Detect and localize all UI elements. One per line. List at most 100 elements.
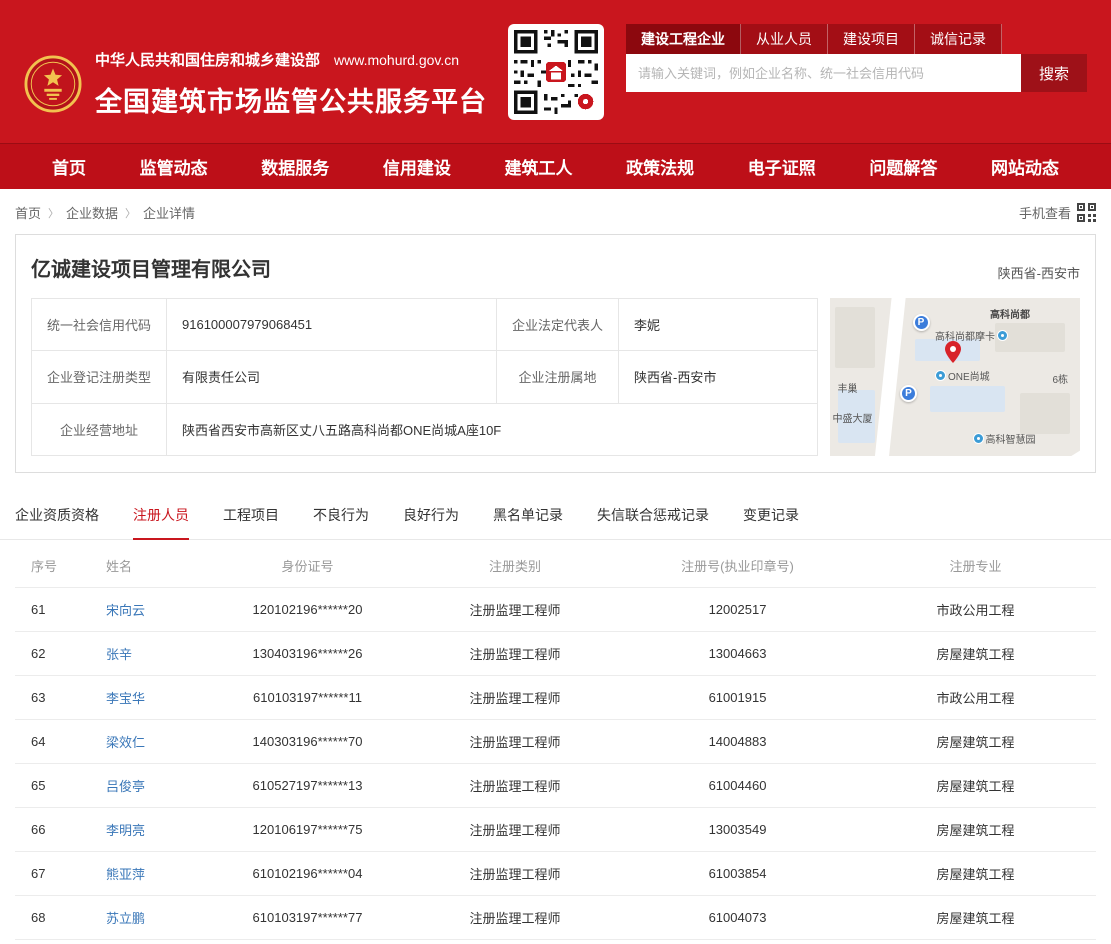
map-preview[interactable]: PP高科尚都高科尚都摩卡ONE尚城6栋丰巢中盛大厦高科智慧园 (830, 298, 1080, 456)
search-button[interactable]: 搜索 (1021, 54, 1087, 92)
mobile-view-label: 手机查看 (1019, 203, 1071, 222)
detail-tab-4[interactable]: 良好行为 (403, 505, 459, 539)
map-pin-icon (945, 341, 961, 363)
info-label: 企业经营地址 (32, 403, 167, 455)
breadcrumb-item-2[interactable]: 企业详情 (143, 203, 195, 222)
table-cell: 62 (15, 646, 85, 661)
detail-tab-5[interactable]: 黑名单记录 (493, 505, 563, 539)
company-card-header: 亿诚建设项目管理有限公司 陕西省-西安市 (31, 253, 1080, 282)
table-cell: 66 (15, 822, 85, 837)
table-cell: 注册监理工程师 (410, 644, 620, 663)
table-row: 67熊亚萍610102196******04注册监理工程师61003854房屋建… (15, 852, 1096, 896)
person-name-link[interactable]: 李宝华 (85, 688, 205, 707)
info-value: 有限责任公司 (167, 351, 497, 403)
info-label: 统一社会信用代码 (32, 299, 167, 351)
map-label-text: 丰巢 (838, 380, 858, 395)
breadcrumb-item-1[interactable]: 企业数据 (66, 203, 118, 222)
info-value: 陕西省-西安市 (619, 351, 818, 403)
search-tab-3[interactable]: 诚信记录 (915, 24, 1002, 54)
company-card: 亿诚建设项目管理有限公司 陕西省-西安市 统一社会信用代码91610000797… (15, 234, 1096, 473)
search-tab-1[interactable]: 从业人员 (741, 24, 828, 54)
main-nav: 首页 监管动态 数据服务 信用建设 建筑工人 政策法规 电子证照 问题解答 网站动态 (0, 143, 1111, 189)
map-label-6: 高科智慧园 (973, 431, 1036, 446)
nav-item-4[interactable]: 建筑工人 (505, 154, 573, 179)
nav-item-3[interactable]: 信用建设 (383, 154, 451, 179)
info-row: 企业经营地址陕西省西安市高新区丈八五路高科尚都ONE尚城A座10F (32, 403, 818, 455)
search-row: 搜索 (626, 54, 1087, 92)
person-name-link[interactable]: 李明亮 (85, 820, 205, 839)
ministry-name: 中华人民共和国住房和城乡建设部 (95, 49, 320, 70)
breadcrumb-separator: 〉 (125, 205, 136, 221)
brand-block: 中华人民共和国住房和城乡建设部 www.mohurd.gov.cn 全国建筑市场… (24, 24, 480, 143)
person-name-link[interactable]: 吕俊亭 (85, 776, 205, 795)
nav-item-7[interactable]: 问题解答 (869, 154, 937, 179)
breadcrumb-separator: 〉 (48, 205, 59, 221)
table-cell: 注册监理工程师 (410, 688, 620, 707)
nav-item-8[interactable]: 网站动态 (991, 154, 1059, 179)
table-cell: 注册监理工程师 (410, 732, 620, 751)
table-cell: 注册监理工程师 (410, 776, 620, 795)
table-cell: 61001915 (620, 690, 855, 705)
nav-item-2[interactable]: 数据服务 (261, 154, 329, 179)
info-label: 企业法定代表人 (497, 299, 619, 351)
table-cell: 房屋建筑工程 (855, 732, 1096, 751)
info-value: 李妮 (619, 299, 818, 351)
map-building (835, 307, 875, 367)
map-label-5: 中盛大厦 (833, 410, 873, 425)
person-name-link[interactable]: 苏立鹏 (85, 908, 205, 927)
search-tab-0[interactable]: 建设工程企业 (626, 24, 741, 54)
info-row: 统一社会信用代码916100007979068451企业法定代表人李妮 (32, 299, 818, 351)
search-input[interactable] (626, 54, 1021, 92)
person-name-link[interactable]: 梁效仁 (85, 732, 205, 751)
detail-tab-0[interactable]: 企业资质资格 (15, 505, 99, 539)
person-name-link[interactable]: 张辛 (85, 644, 205, 663)
detail-tab-2[interactable]: 工程项目 (223, 505, 279, 539)
table-cell: 注册监理工程师 (410, 864, 620, 883)
map-building (1020, 393, 1070, 434)
detail-tab-7[interactable]: 变更记录 (743, 505, 799, 539)
table-cell: 64 (15, 734, 85, 749)
table-cell: 房屋建筑工程 (855, 644, 1096, 663)
column-header-5: 注册专业 (855, 556, 1096, 575)
table-cell: 市政公用工程 (855, 688, 1096, 707)
table-cell: 610103197******11 (205, 690, 410, 705)
national-emblem-logo (24, 55, 82, 113)
site-header: 中华人民共和国住房和城乡建设部 www.mohurd.gov.cn 全国建筑市场… (0, 0, 1111, 143)
table-cell: 65 (15, 778, 85, 793)
table-row: 62张辛130403196******26注册监理工程师13004663房屋建筑… (15, 632, 1096, 676)
map-label-0: 高科尚都 (990, 306, 1030, 321)
table-cell: 61003854 (620, 866, 855, 881)
detail-tab-1[interactable]: 注册人员 (133, 505, 189, 540)
nav-item-5[interactable]: 政策法规 (626, 154, 694, 179)
map-label-text: 高科智慧园 (986, 431, 1036, 446)
person-name-link[interactable]: 宋向云 (85, 600, 205, 619)
table-cell: 12002517 (620, 602, 855, 617)
table-cell: 61004460 (620, 778, 855, 793)
table-row: 64梁效仁140303196******70注册监理工程师14004883房屋建… (15, 720, 1096, 764)
table-row: 61宋向云120102196******20注册监理工程师12002517市政公… (15, 588, 1096, 632)
mobile-view-link[interactable]: 手机查看 (1019, 203, 1096, 222)
breadcrumb: 首页〉企业数据〉企业详情 (15, 203, 195, 222)
poi-icon (973, 433, 984, 444)
map-label-3: 6栋 (1053, 371, 1069, 386)
info-value: 陕西省西安市高新区丈八五路高科尚都ONE尚城A座10F (167, 403, 818, 455)
search-tab-2[interactable]: 建设项目 (828, 24, 915, 54)
column-header-4: 注册号(执业印章号) (620, 556, 855, 575)
nav-item-0[interactable]: 首页 (52, 154, 86, 179)
column-header-3: 注册类别 (410, 556, 620, 575)
map-label-2: ONE尚城 (935, 368, 990, 383)
table-header-row: 序号姓名身份证号注册类别注册号(执业印章号)注册专业 (15, 544, 1096, 588)
detail-tab-6[interactable]: 失信联合惩戒记录 (597, 505, 709, 539)
nav-item-1[interactable]: 监管动态 (140, 154, 208, 179)
table-cell: 房屋建筑工程 (855, 776, 1096, 795)
person-name-link[interactable]: 熊亚萍 (85, 864, 205, 883)
poi-icon (935, 370, 946, 381)
table-cell: 注册监理工程师 (410, 908, 620, 927)
breadcrumb-item-0[interactable]: 首页 (15, 203, 41, 222)
table-cell: 610527197******13 (205, 778, 410, 793)
poi-icon (997, 330, 1008, 341)
table-cell: 市政公用工程 (855, 600, 1096, 619)
nav-item-6[interactable]: 电子证照 (748, 154, 816, 179)
table-cell: 注册监理工程师 (410, 600, 620, 619)
detail-tab-3[interactable]: 不良行为 (313, 505, 369, 539)
